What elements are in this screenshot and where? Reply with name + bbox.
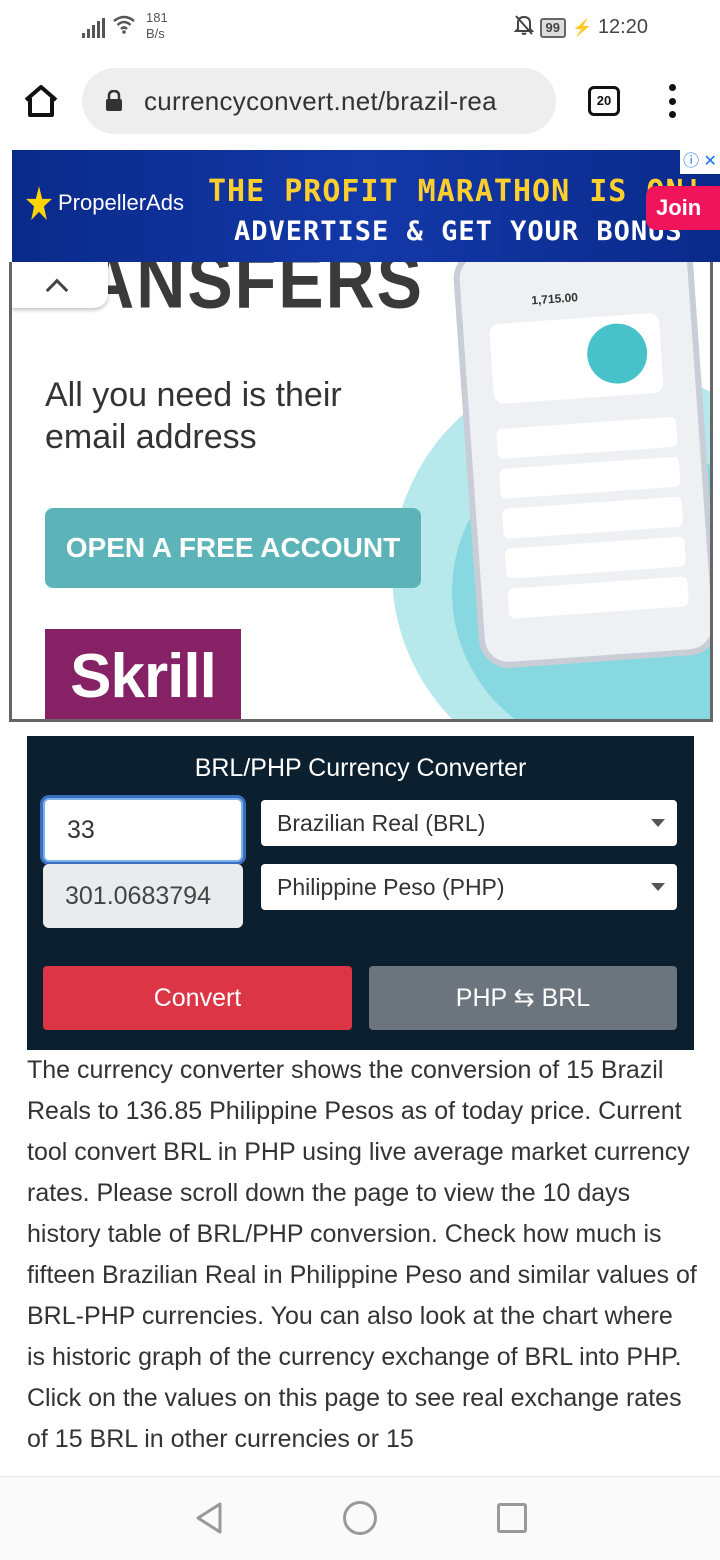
ad-subtitle: All you need is their email address <box>45 376 342 456</box>
phone-transaction-row <box>501 496 684 539</box>
phone-transaction-row <box>498 456 681 500</box>
bell-off-icon <box>513 14 534 41</box>
globe-icon <box>585 321 650 386</box>
banner-subline: ADVERTISE & GET YOUR BONUS <box>234 216 683 247</box>
propellerads-logo: PropellerAds <box>26 186 184 220</box>
phone-transaction-row <box>496 416 678 460</box>
banner-headline: THE PROFIT MARATHON IS ON! <box>208 174 704 209</box>
amount-input[interactable]: 33 <box>43 798 243 862</box>
caret-down-icon <box>651 819 665 827</box>
description-paragraph: The currency converter shows the convers… <box>27 1056 697 1453</box>
phone-transaction-row <box>504 536 687 579</box>
propellerads-star-icon <box>26 186 52 220</box>
chevron-up-icon <box>45 278 69 302</box>
status-bar: 181 B/s 99 ⚡ 12:20 <box>0 0 720 56</box>
status-time: 12:20 <box>597 16 648 38</box>
tab-switcher-button[interactable]: 20 <box>588 86 620 116</box>
back-icon[interactable] <box>192 1501 226 1535</box>
propellerads-banner[interactable]: PropellerAds THE PROFIT MARATHON IS ON! … <box>12 150 720 262</box>
home-icon[interactable] <box>22 84 62 120</box>
convert-button[interactable]: Convert <box>43 966 352 1030</box>
network-speed-value: 181 <box>146 10 168 25</box>
browser-toolbar: currencyconvert.net/brazil-rea 20 <box>0 56 720 148</box>
from-currency-value: Brazilian Real (BRL) <box>277 810 486 836</box>
banner-join-button[interactable]: Join <box>646 186 720 230</box>
caret-down-icon <box>651 883 665 891</box>
propellerads-brand: PropellerAds <box>58 190 184 215</box>
ad-info-close-icon[interactable]: ⓘ ✕ <box>680 150 720 174</box>
to-currency-select[interactable]: Philippine Peso (PHP) <box>261 864 677 910</box>
skrill-ad[interactable]: 1,715.00 RANSFERS All you need is their … <box>9 262 713 722</box>
currency-converter: BRL/PHP Currency Converter 33 301.068379… <box>27 736 694 1050</box>
result-field[interactable]: 301.0683794 <box>43 864 243 928</box>
phone-mockup-image: 1,715.00 <box>451 262 710 670</box>
url-text[interactable]: currencyconvert.net/brazil-rea <box>144 86 497 117</box>
home-nav-icon[interactable] <box>343 1501 377 1535</box>
status-right: 99 ⚡ 12:20 <box>513 14 648 41</box>
system-nav-bar <box>0 1476 720 1560</box>
wifi-icon <box>112 14 136 40</box>
swap-currencies-button[interactable]: PHP ⇆ BRL <box>369 966 677 1030</box>
charging-icon: ⚡ <box>572 19 592 37</box>
skrill-logo: Skrill <box>45 629 241 719</box>
lock-icon <box>104 89 124 112</box>
from-currency-select[interactable]: Brazilian Real (BRL) <box>261 800 677 846</box>
overflow-menu-icon[interactable] <box>666 84 678 118</box>
address-bar[interactable]: currencyconvert.net/brazil-rea <box>82 68 556 134</box>
collapse-ad-button[interactable] <box>12 262 108 308</box>
network-speed: 181 B/s <box>146 10 168 42</box>
phone-amount: 1,715.00 <box>530 290 579 308</box>
signal-icon <box>82 18 106 38</box>
recents-icon[interactable] <box>497 1503 527 1533</box>
converter-title: BRL/PHP Currency Converter <box>194 754 527 782</box>
open-free-account-button[interactable]: OPEN A FREE ACCOUNT <box>45 508 421 588</box>
battery-icon: 99 <box>539 17 567 38</box>
to-currency-value: Philippine Peso (PHP) <box>277 874 505 900</box>
phone-transaction-row <box>507 576 690 619</box>
phone-card <box>488 312 665 405</box>
network-speed-unit: B/s <box>146 26 165 41</box>
